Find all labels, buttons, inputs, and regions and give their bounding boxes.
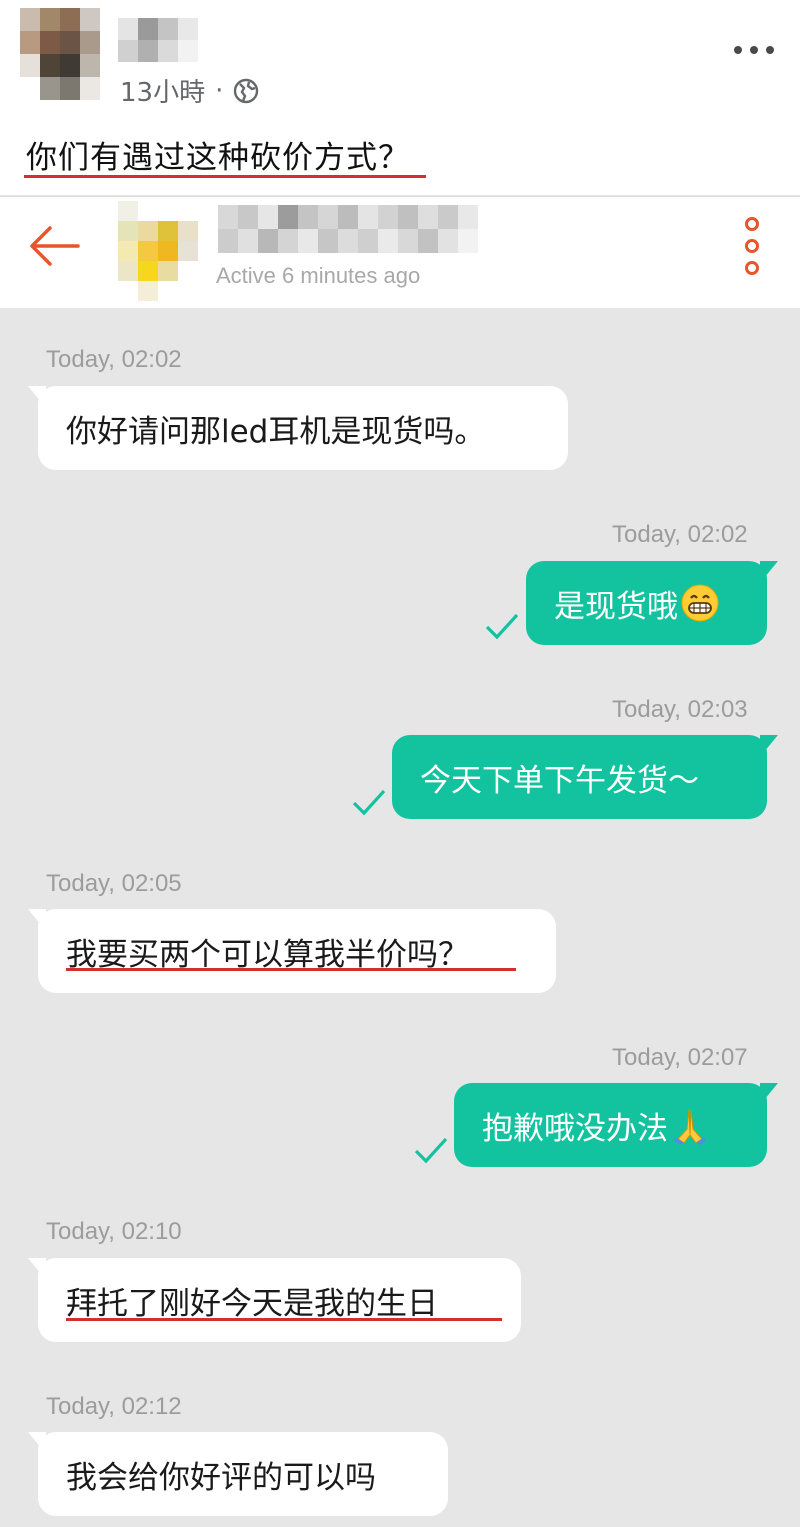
bubble-tail [760,561,778,583]
bubble-tail [760,735,778,757]
post-header: 13小時 · 你们有遇过这种砍价方式？ [0,0,800,195]
message-text: 今天下单下午发货～ [420,762,699,799]
message-text: 我要买两个可以算我半价吗？ [66,936,469,973]
globe-icon [234,78,259,103]
meta-separator: · [215,75,224,106]
active-status: Active 6 minutes ago [216,263,421,288]
message-text: 我会给你好评的可以吗 [66,1459,376,1496]
message-bubble-outgoing[interactable]: 今天下单下午发货～ [392,735,767,819]
back-arrow-icon[interactable] [28,225,80,267]
message-timestamp: Today, 02:02 [612,521,748,548]
message-bubble-outgoing[interactable]: 是现货哦 [526,561,767,645]
message-bubble-incoming[interactable]: 你好请问那led耳机是现货吗。 [38,386,568,470]
message-timestamp: Today, 02:12 [46,1393,182,1420]
message-timestamp: Today, 02:03 [612,696,748,723]
grinning-face-icon [681,584,719,622]
message-timestamp: Today, 02:10 [46,1218,182,1245]
post-text: 你们有遇过这种砍价方式？ [26,140,410,176]
red-underline [66,968,516,971]
read-check-icon [414,1137,448,1164]
bubble-tail [760,1083,778,1105]
message-timestamp: Today, 02:02 [46,346,182,373]
red-underline [24,175,426,178]
more-options-icon[interactable] [734,36,774,64]
blurred-shop-avatar[interactable] [118,201,198,301]
message-text: 是现货哦 [554,588,678,625]
read-check-icon [485,613,519,640]
message-timestamp: Today, 02:07 [612,1044,748,1071]
message-bubble-incoming[interactable]: 拜托了刚好今天是我的生日 [38,1258,521,1342]
blurred-shop-name[interactable] [218,205,480,253]
post-time: 13小時 [120,78,206,108]
message-bubble-outgoing[interactable]: 抱歉哦没办法 [454,1083,767,1167]
blurred-avatar[interactable] [20,8,100,100]
kebab-menu-icon[interactable] [742,217,762,275]
post-meta: 13小時 · [120,72,259,109]
chat-header: Active 6 minutes ago [0,196,800,308]
blurred-author-name[interactable] [118,18,198,62]
read-check-icon [352,789,386,816]
message-bubble-incoming[interactable]: 我会给你好评的可以吗 [38,1432,448,1516]
message-timestamp: Today, 02:05 [46,870,182,897]
message-text: 抱歉哦没办法 [482,1110,668,1147]
message-text: 你好请问那led耳机是现货吗。 [66,413,486,450]
message-bubble-incoming[interactable]: 我要买两个可以算我半价吗？ [38,909,556,993]
folded-hands-icon [674,1108,706,1145]
message-text: 拜托了刚好今天是我的生日 [66,1285,438,1322]
red-underline [66,1318,502,1321]
